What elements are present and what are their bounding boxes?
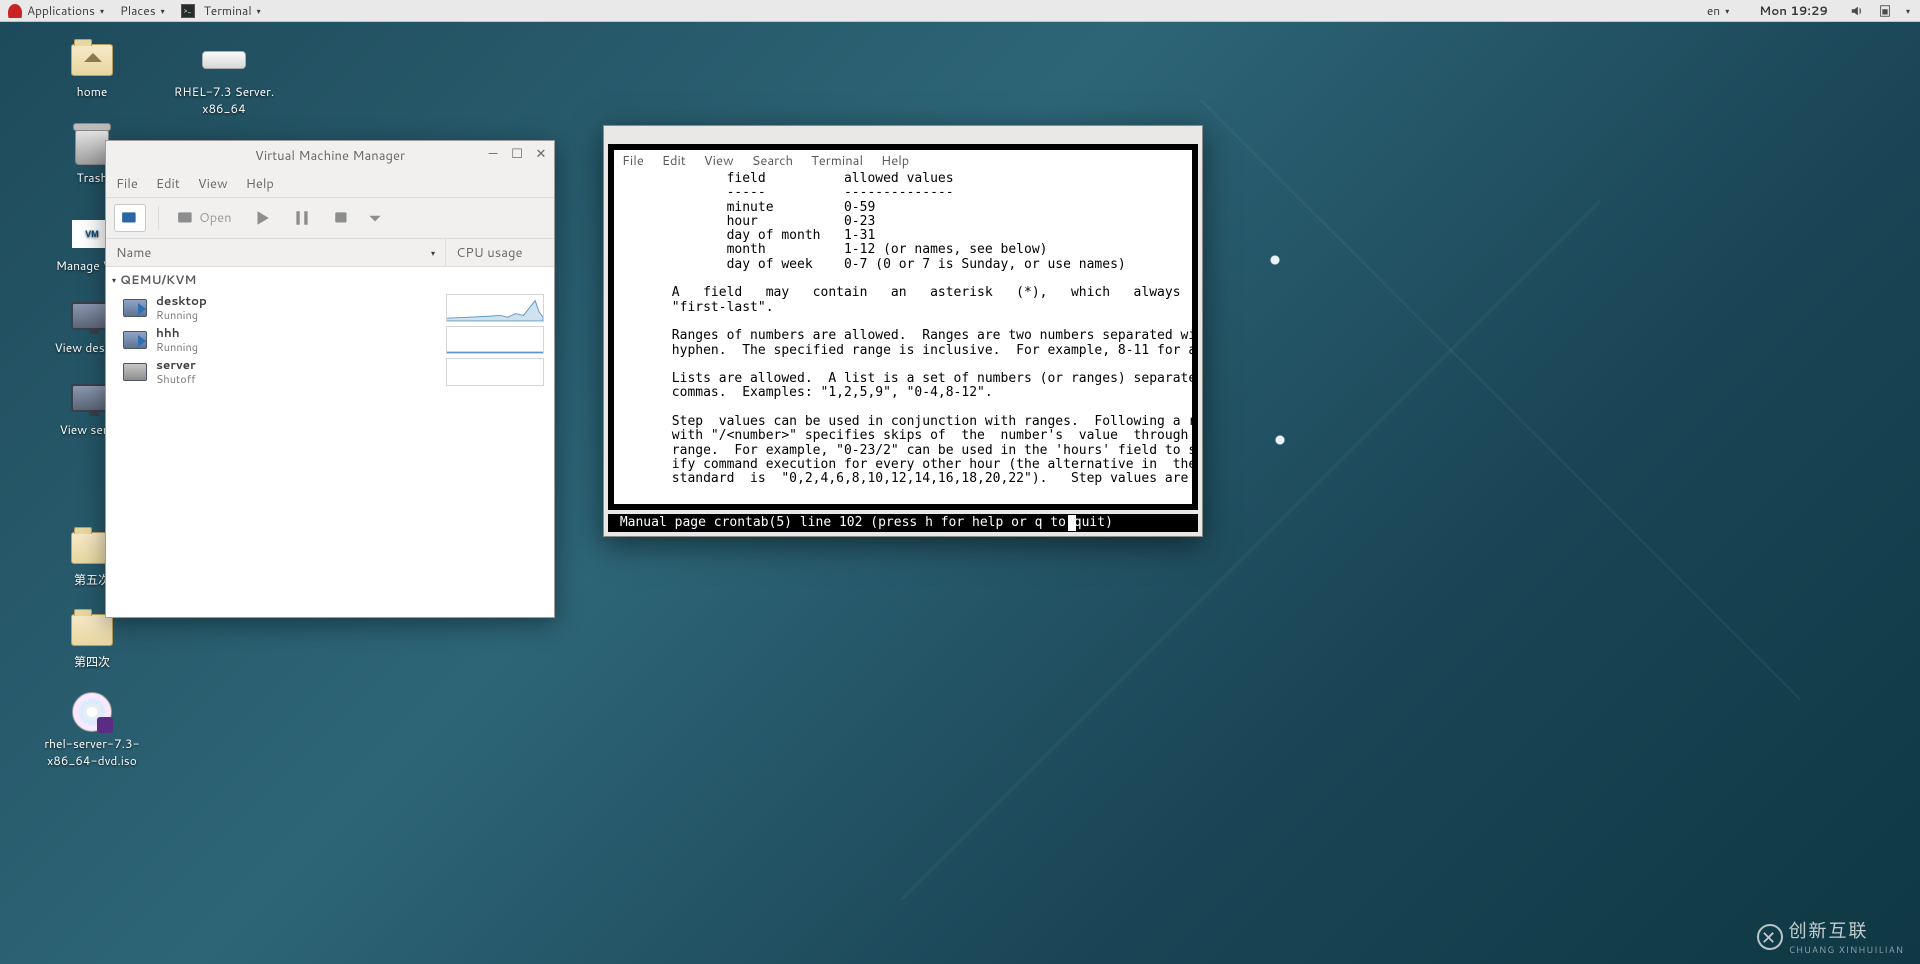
vm-row[interactable]: desktopRunning — [106, 292, 554, 324]
icon-label: Trash — [77, 169, 108, 186]
menu-edit[interactable]: Edit — [662, 152, 686, 170]
keyboard-indicator[interactable]: en ▾ — [1699, 0, 1737, 22]
vm-status: Shutoff — [156, 373, 446, 386]
watermark: ✕ 创新互联 CHUANG XINHUILIAN — [1757, 917, 1904, 956]
vm-name: hhh — [156, 326, 446, 340]
vm-list[interactable]: ▾ QEMU/KVM desktopRunning hhhRunning ser… — [106, 267, 554, 617]
vmm-toolbar: Open — [106, 197, 554, 239]
col-name[interactable]: Name ▾ — [106, 239, 446, 266]
watermark-icon: ✕ — [1757, 924, 1783, 950]
icon-label: 第四次 — [74, 653, 110, 670]
menu-edit[interactable]: Edit — [156, 175, 180, 193]
terminal-status: Manual page crontab(5) line 102 (press h… — [608, 514, 1198, 532]
terminal-menubar: File Edit View Search Terminal Help — [614, 150, 1192, 172]
menu-file[interactable]: File — [622, 152, 644, 170]
shutdown-menu-button[interactable] — [366, 204, 384, 232]
vm-running-icon — [123, 299, 147, 317]
lang-label: en — [1707, 2, 1720, 19]
chevron-down-icon: ▾ — [257, 5, 261, 17]
vmm-window: Virtual Machine Manager — ☐ ✕ File Edit … — [105, 140, 555, 618]
menu-view[interactable]: View — [198, 175, 228, 193]
volume-icon[interactable] — [1850, 4, 1864, 18]
chevron-down-icon[interactable]: ▾ — [1906, 5, 1910, 17]
folder-4-icon[interactable]: 第四次 — [32, 610, 152, 670]
iso-icon[interactable]: rhel-server-7.3- x86_64-dvd.iso — [32, 692, 152, 769]
menu-view[interactable]: View — [704, 152, 734, 170]
connection-row[interactable]: ▾ QEMU/KVM — [106, 267, 554, 292]
chevron-down-icon: ▾ — [431, 247, 435, 259]
icon-label: rhel-server-7.3- x86_64-dvd.iso — [44, 735, 139, 769]
icon-label: home — [77, 83, 108, 100]
clock[interactable]: Mon 19:29 — [1751, 0, 1836, 22]
watermark-text: 创新互联 — [1789, 917, 1904, 943]
cpu-sparkline — [446, 294, 544, 322]
open-label: Open — [199, 209, 232, 227]
top-panel: Applications ▾ Places ▾ Terminal ▾ en ▾ … — [0, 0, 1920, 22]
terminal-titlebar[interactable] — [604, 126, 1202, 144]
col-cpu-label: CPU usage — [456, 244, 522, 262]
vm-name: server — [156, 358, 446, 372]
chevron-down-icon: ▾ — [161, 5, 165, 17]
menu-help[interactable]: Help — [881, 152, 909, 170]
applications-menu[interactable]: Applications ▾ — [0, 0, 112, 22]
cpu-sparkline — [446, 358, 544, 386]
vm-status: Running — [156, 341, 446, 354]
menu-file[interactable]: File — [116, 175, 138, 193]
battery-icon[interactable] — [1878, 4, 1892, 18]
menu-terminal[interactable]: Terminal — [811, 152, 863, 170]
vmm-titlebar[interactable]: Virtual Machine Manager — ☐ ✕ — [106, 141, 554, 171]
terminal-window: File Edit View Search Terminal Help fiel… — [603, 125, 1203, 537]
vmm-columns: Name ▾ CPU usage — [106, 239, 554, 267]
vm-row[interactable]: hhhRunning — [106, 324, 554, 356]
menu-search[interactable]: Search — [752, 152, 793, 170]
applications-label: Applications — [27, 2, 95, 19]
close-button[interactable]: ✕ — [534, 147, 548, 161]
vm-name: desktop — [156, 294, 446, 308]
terminal-screen[interactable]: field allowed values ----- -------------… — [614, 172, 1192, 504]
pause-button[interactable] — [286, 204, 318, 232]
col-cpu[interactable]: CPU usage — [446, 239, 532, 266]
places-label: Places — [120, 2, 156, 19]
chevron-down-icon: ▾ — [100, 5, 104, 17]
run-button[interactable] — [246, 204, 278, 232]
minimize-button[interactable]: — — [486, 147, 500, 161]
new-vm-button[interactable] — [114, 204, 146, 232]
vmm-title: Virtual Machine Manager — [255, 147, 405, 165]
cpu-sparkline — [446, 326, 544, 354]
connection-label: QEMU/KVM — [120, 271, 196, 288]
distro-hat-icon — [8, 4, 22, 18]
watermark-sub: CHUANG XINHUILIAN — [1789, 943, 1904, 956]
drive-icon[interactable]: RHEL-7.3 Server. x86_64 — [164, 40, 284, 117]
open-vm-button[interactable]: Open — [171, 204, 238, 232]
terminal-task-label: Terminal — [204, 2, 252, 19]
expand-icon: ▾ — [112, 274, 116, 286]
menu-help[interactable]: Help — [246, 175, 274, 193]
vm-running-icon — [123, 331, 147, 349]
terminal-taskbar-item[interactable]: Terminal ▾ — [173, 0, 269, 22]
places-menu[interactable]: Places ▾ — [112, 0, 173, 22]
vm-shutoff-icon — [123, 363, 147, 381]
maximize-button[interactable]: ☐ — [510, 147, 524, 161]
terminal-icon — [181, 4, 195, 18]
col-name-label: Name — [116, 244, 151, 262]
icon-label: RHEL-7.3 Server. x86_64 — [174, 83, 274, 117]
vm-row[interactable]: serverShutoff — [106, 356, 554, 388]
vmm-menubar: File Edit View Help — [106, 171, 554, 197]
chevron-down-icon: ▾ — [1725, 5, 1729, 17]
vm-status: Running — [156, 309, 446, 322]
home-icon[interactable]: home — [32, 40, 152, 100]
shutdown-button[interactable] — [326, 204, 358, 232]
datetime-label: Mon 19:29 — [1759, 2, 1828, 19]
